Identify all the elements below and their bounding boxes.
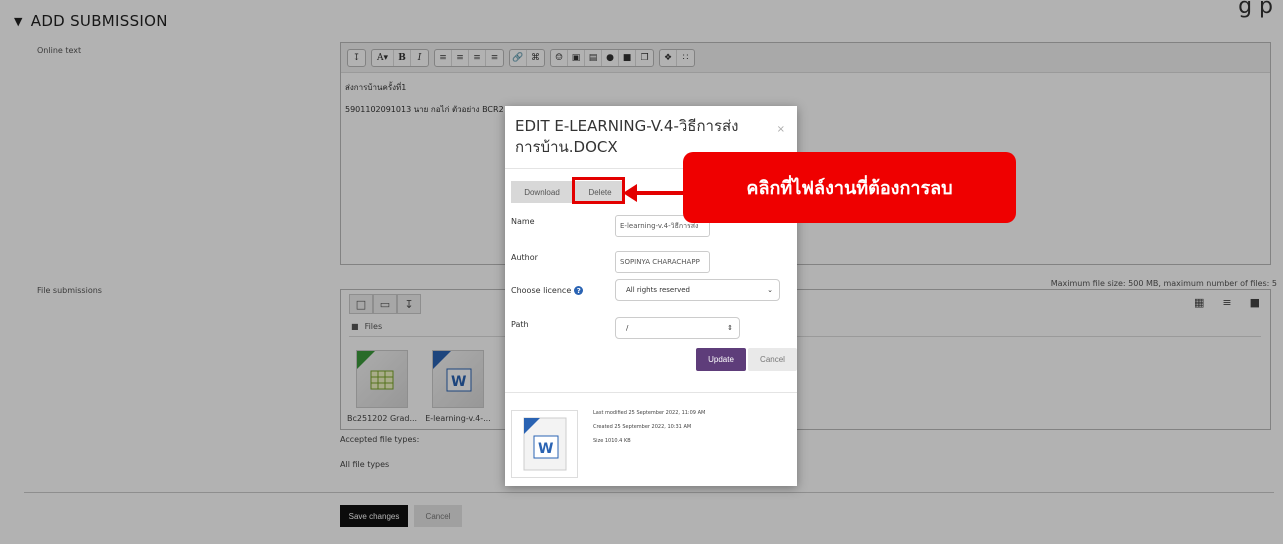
section-title: ADD SUBMISSION (30, 12, 168, 30)
close-icon[interactable]: × (777, 124, 785, 135)
grid-view-icon[interactable]: ▦ (1194, 296, 1204, 309)
author-field[interactable]: SOPINYA CHARACHAPP (615, 251, 710, 273)
font-style-icon[interactable]: A▾ (372, 49, 394, 66)
corner-text: g p (1238, 0, 1273, 19)
licence-label: Choose licence (511, 286, 572, 295)
tree-view-icon[interactable]: ■ (1250, 296, 1260, 309)
path-select[interactable]: / ⇕ (615, 317, 740, 339)
chevron-down-icon: ⌄ (767, 286, 773, 294)
svg-text:W: W (451, 374, 466, 390)
save-changes-button[interactable]: Save changes (340, 505, 408, 527)
copy-icon[interactable]: ❐ (636, 50, 653, 66)
svg-text:W: W (538, 441, 553, 457)
accepted-file-types-label: Accepted file types: (340, 435, 420, 444)
accessibility-icon[interactable]: ❖ (660, 49, 677, 66)
online-text-label: Online text (37, 46, 82, 55)
outdent-icon[interactable]: ≡ (486, 50, 503, 66)
delete-highlight-box (572, 177, 625, 204)
link-icon[interactable]: 🔗 (510, 49, 527, 66)
editor-line: 5901102091013 นาย กอไก่ ตัวอย่าง BCR2 (345, 105, 504, 114)
editor-toolbar: ↧ A▾ B I ≡ ≡ ≡ ≡ 🔗 ⌘ ☺ ▣ ▤ ● ■ ❐ ❖ ∷ (341, 43, 1270, 73)
file-item[interactable]: W E-learning-v.4-... (423, 350, 493, 423)
editor-line: ส่งการบ้านครั้งที่1 (345, 83, 407, 92)
file-item[interactable]: Bc251202 Grad... (347, 350, 417, 423)
download-button[interactable]: Download (511, 181, 573, 203)
author-label: Author (511, 253, 538, 262)
view-switcher: ▦ ≡ ■ (1194, 296, 1260, 309)
video-icon[interactable]: ■ (619, 49, 636, 66)
max-file-size-text: Maximum file size: 500 MB, maximum numbe… (1050, 279, 1277, 288)
spreadsheet-file-icon (356, 350, 408, 408)
indent-icon[interactable]: ≡ (469, 49, 486, 66)
form-divider (24, 492, 1274, 493)
italic-icon[interactable]: I (411, 50, 428, 66)
media-icon[interactable]: ▤ (585, 49, 602, 66)
numbered-list-icon[interactable]: ≡ (452, 49, 469, 66)
folder-label: Files (364, 322, 383, 331)
annotation-callout: คลิกที่ไฟล์งานที่ต้องการลบ (683, 152, 1016, 223)
path-value: / (626, 324, 629, 332)
licence-value: All rights reserved (626, 286, 690, 294)
bullet-list-icon[interactable]: ≡ (435, 49, 452, 66)
section-header[interactable]: ▼ ADD SUBMISSION (14, 12, 168, 30)
toggle-toolbar-icon[interactable]: ↧ (348, 50, 365, 66)
file-manager[interactable]: □ ▭ ↧ ▦ ≡ ■ ■ Files Bc251202 Grad... W E… (340, 289, 1271, 430)
dialog-cancel-button[interactable]: Cancel (748, 348, 797, 371)
folder-path[interactable]: ■ Files (351, 322, 382, 331)
name-label: Name (511, 217, 535, 226)
list-view-icon[interactable]: ≡ (1222, 296, 1231, 309)
cancel-button[interactable]: Cancel (414, 505, 462, 527)
create-folder-icon[interactable]: ▭ (373, 294, 397, 314)
licence-select[interactable]: All rights reserved ⌄ (615, 279, 780, 301)
file-manager-toolbar: □ ▭ ↧ (349, 294, 421, 314)
microphone-icon[interactable]: ● (602, 49, 619, 66)
arrow-left-icon (623, 184, 637, 202)
bold-icon[interactable]: B (394, 49, 411, 66)
help-icon[interactable]: ? (574, 286, 584, 295)
word-file-icon: W (432, 350, 484, 408)
folder-icon: ■ (351, 322, 359, 331)
unlink-icon[interactable]: ⌘ (527, 50, 544, 66)
last-modified-text: Last modified 25 September 2022, 11:09 A… (593, 410, 706, 416)
file-name: Bc251202 Grad... (347, 414, 417, 423)
top-bar (0, 0, 1283, 8)
emoji-icon[interactable]: ☺ (551, 49, 568, 66)
more-icon[interactable]: ∷ (677, 50, 694, 66)
chevron-down-icon: ▼ (14, 14, 23, 28)
add-file-icon[interactable]: □ (349, 294, 373, 314)
licence-label-wrap: Choose licence ? (511, 286, 584, 295)
file-name: E-learning-v.4-... (425, 414, 491, 423)
dialog-divider (505, 392, 797, 393)
divider (349, 336, 1261, 337)
sort-arrows-icon: ⇕ (727, 324, 733, 332)
path-label: Path (511, 320, 529, 329)
download-icon[interactable]: ↧ (397, 294, 421, 314)
arrow-line (636, 191, 684, 195)
editor-content: ส่งการบ้านครั้งที่1 5901102091013 นาย กอ… (345, 77, 504, 121)
file-preview: W (511, 410, 578, 478)
created-text: Created 25 September 2022, 10:31 AM (593, 424, 692, 430)
size-text: Size 1010.4 KB (593, 438, 631, 444)
file-submissions-label: File submissions (37, 286, 102, 295)
accepted-file-types-value: All file types (340, 460, 390, 469)
update-button[interactable]: Update (696, 348, 746, 371)
word-file-icon: W (523, 417, 566, 471)
image-icon[interactable]: ▣ (568, 49, 585, 66)
